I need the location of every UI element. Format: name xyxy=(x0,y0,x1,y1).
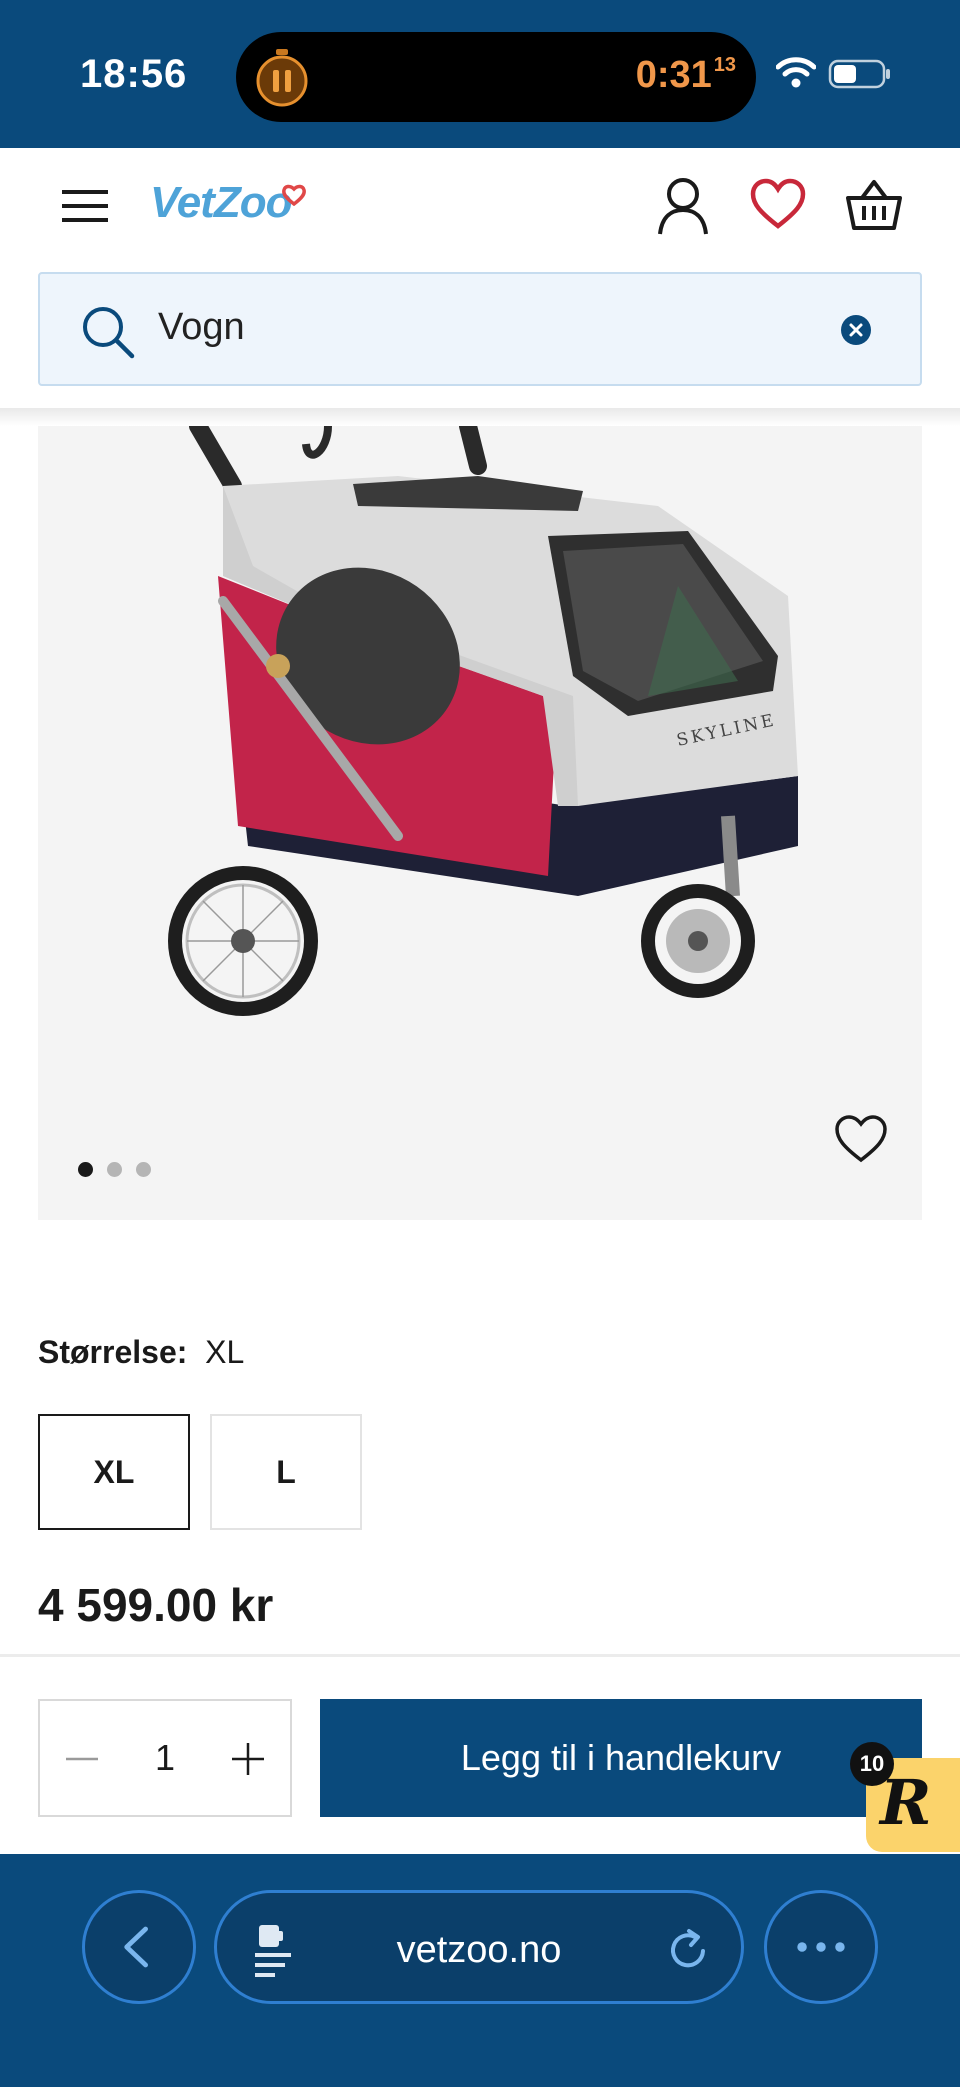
add-to-cart-bar: 1 Legg til i handlekurv xyxy=(0,1654,960,1854)
more-dots-icon xyxy=(797,1942,845,1952)
product-price: 4 599.00 kr xyxy=(38,1579,274,1631)
gallery-dot-3[interactable] xyxy=(136,1162,151,1177)
hamburger-menu-icon[interactable] xyxy=(62,186,108,226)
site-header: VetZoo xyxy=(0,148,960,270)
browser-more-button[interactable] xyxy=(764,1890,878,2004)
gallery-pagination-dots[interactable] xyxy=(78,1162,165,1178)
clear-search-icon[interactable] xyxy=(840,314,872,346)
gallery-dot-2[interactable] xyxy=(107,1162,122,1177)
vetzoo-logo[interactable]: VetZoo xyxy=(150,178,292,228)
browser-toolbar: vetzoo.no xyxy=(0,1854,960,2087)
wifi-icon xyxy=(776,57,816,88)
size-label: Størrelse: xyxy=(38,1334,188,1370)
increase-quantity-icon[interactable] xyxy=(226,1737,270,1781)
status-time: 18:56 xyxy=(80,52,188,96)
search-icon xyxy=(83,307,135,359)
dynamic-island[interactable]: 0:31 13 xyxy=(236,32,756,122)
timer-pause-icon xyxy=(256,49,308,107)
timer-readout: 0:31 13 xyxy=(636,54,736,97)
wishlist-heart-icon[interactable] xyxy=(750,178,806,230)
address-bar[interactable]: vetzoo.no xyxy=(214,1890,744,2004)
user-account-icon[interactable] xyxy=(656,176,710,236)
gallery-dot-1[interactable] xyxy=(78,1162,93,1177)
browser-back-button[interactable] xyxy=(82,1890,196,2004)
search-input[interactable]: Vogn xyxy=(158,306,245,349)
chevron-left-icon xyxy=(124,1926,148,1968)
search-bar[interactable]: Vogn xyxy=(38,272,922,386)
battery-icon xyxy=(828,59,890,89)
size-option-l[interactable]: L xyxy=(210,1414,362,1530)
selected-size-value: XL xyxy=(205,1334,245,1370)
rewards-count-badge: 10 xyxy=(850,1742,894,1786)
header-divider xyxy=(0,408,960,426)
reload-icon[interactable] xyxy=(667,1927,711,1973)
logo-heart-icon xyxy=(282,184,306,206)
size-label-row: Størrelse: XL xyxy=(38,1334,244,1371)
shopping-basket-icon[interactable] xyxy=(846,178,902,232)
add-to-cart-button[interactable]: Legg til i handlekurv xyxy=(320,1699,922,1817)
status-bar: 18:56 0:31 13 xyxy=(0,0,960,148)
timer-value: 0:31 xyxy=(635,54,712,96)
timer-fraction: 13 xyxy=(713,54,736,76)
size-option-xl[interactable]: XL xyxy=(38,1414,190,1530)
url-text[interactable]: vetzoo.no xyxy=(217,1929,741,1972)
add-to-wishlist-heart-icon[interactable] xyxy=(834,1114,888,1164)
quantity-stepper[interactable]: 1 xyxy=(38,1699,292,1817)
product-image-stroller: SKYLINE xyxy=(168,426,798,1016)
product-image-gallery[interactable]: SKYLINE xyxy=(38,426,922,1220)
